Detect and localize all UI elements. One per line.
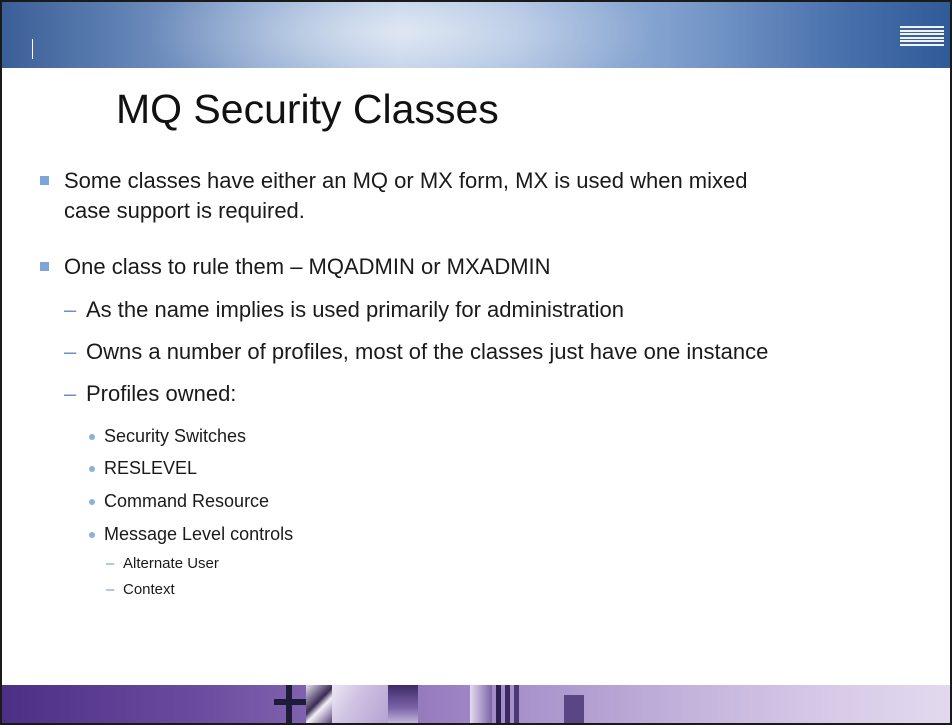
dot-bullet-icon [89, 434, 95, 440]
dash-bullet-icon: – [106, 581, 115, 598]
bullet-text: Some classes have either an MQ or MX for… [64, 166, 747, 226]
square-bullet-icon [40, 176, 49, 185]
slide: MQ Security Classes Some classes have ei… [0, 0, 952, 725]
item-text: Message Level controls [104, 524, 294, 544]
bullet-text-line: Some classes have either an MQ or MX for… [64, 168, 748, 193]
logo-stripe [900, 33, 944, 36]
footer-photo-decoration [332, 685, 388, 723]
sub-bullet-text: Profiles owned: [86, 381, 237, 406]
dash-bullet-icon: – [64, 381, 77, 406]
footer-photo-decoration [564, 695, 584, 723]
subitem-text: Context [123, 581, 175, 598]
header-swoosh-decoration [142, 2, 662, 68]
dash-bullet-icon: – [64, 339, 77, 364]
dot-bullet-icon [89, 532, 95, 538]
item-text: RESLEVEL [104, 458, 198, 478]
ibm-logo-icon [900, 26, 944, 46]
slide-title: MQ Security Classes [116, 86, 499, 132]
square-bullet-icon [40, 262, 49, 271]
subitem-text: Alternate User [123, 555, 219, 572]
dot-bullet-icon [89, 499, 95, 505]
footer-band [2, 685, 950, 723]
header-band [2, 2, 950, 68]
sub-bullet-text: Owns a number of profiles, most of the c… [86, 339, 769, 364]
dash-bullet-icon: – [64, 297, 77, 322]
logo-stripe [900, 43, 944, 46]
dot-bullet-icon [89, 466, 95, 472]
footer-photo-decoration [274, 699, 306, 705]
bullet-text-line: case support is required. [64, 198, 305, 223]
header-tick-mark [32, 39, 33, 59]
item-text: Command Resource [104, 491, 270, 511]
logo-stripe [900, 26, 944, 28]
footer-photo-decoration [306, 685, 332, 723]
footer-photo-decoration [470, 685, 492, 723]
footer-photo-decoration [388, 685, 418, 723]
dash-bullet-icon: – [106, 555, 115, 572]
item-text: Security Switches [104, 426, 247, 446]
footer-photo-decoration [496, 685, 501, 723]
footer-photo-decoration [505, 685, 510, 723]
bullet-text: One class to rule them – MQADMIN or MXAD… [64, 254, 551, 279]
logo-stripe [900, 36, 944, 39]
footer-photo-decoration [514, 685, 519, 723]
logo-stripe [900, 29, 944, 32]
sub-bullet-text: As the name implies is used primarily fo… [86, 297, 624, 322]
logo-stripe [900, 40, 944, 43]
